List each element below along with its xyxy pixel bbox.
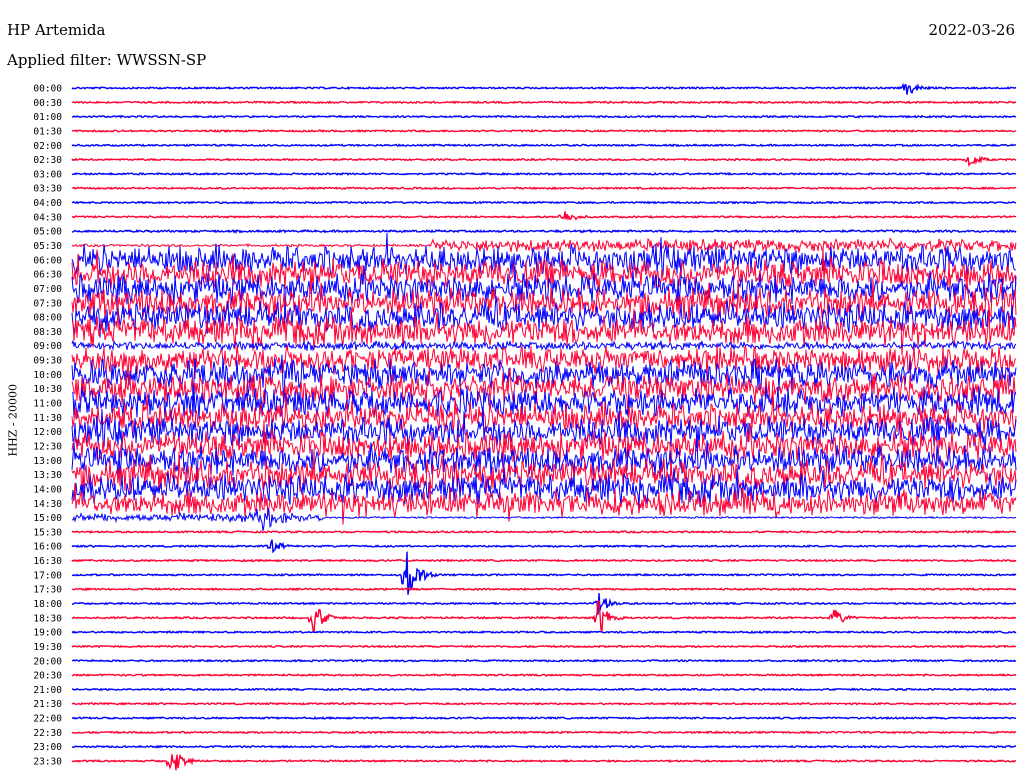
trace-0530 xyxy=(71,237,1017,254)
trace-1600 xyxy=(71,539,1017,554)
trace-1730 xyxy=(71,587,1017,592)
trace-2300 xyxy=(71,744,1017,749)
time-tick-label: 09:00 xyxy=(33,341,62,352)
trace-0000 xyxy=(71,82,1017,95)
trace-1800 xyxy=(72,593,1017,615)
trace-0230 xyxy=(71,155,1017,167)
trace-0600 xyxy=(71,232,1016,279)
time-tick-label: 14:00 xyxy=(33,484,62,495)
time-tick-label: 22:30 xyxy=(33,728,62,739)
trace-1030 xyxy=(71,367,1017,417)
time-tick-label: 02:00 xyxy=(33,141,62,152)
time-tick-label: 19:00 xyxy=(33,628,62,639)
time-tick-label: 23:30 xyxy=(33,757,62,768)
time-tick-label: 08:00 xyxy=(33,313,62,324)
time-tick-label: 06:30 xyxy=(33,270,62,281)
trace-0330 xyxy=(71,186,1017,191)
time-tick-label: 05:00 xyxy=(33,227,62,238)
trace-2100 xyxy=(71,687,1016,692)
trace-2230 xyxy=(71,730,1017,735)
time-tick-label: 18:00 xyxy=(33,599,62,610)
time-tick-label: 03:30 xyxy=(33,184,62,195)
time-tick-label: 03:00 xyxy=(33,169,62,180)
trace-1530 xyxy=(71,529,1017,534)
time-tick-label: 17:00 xyxy=(33,570,62,581)
trace-0030 xyxy=(71,100,1017,105)
trace-1830 xyxy=(71,600,1017,633)
time-tick-label: 10:00 xyxy=(33,370,62,381)
time-tick-label: 00:00 xyxy=(33,84,62,95)
trace-2200 xyxy=(71,716,1017,721)
time-tick-label: 14:30 xyxy=(33,499,62,510)
trace-1630 xyxy=(71,558,1017,563)
time-tick-label: 05:30 xyxy=(33,241,62,252)
trace-1900 xyxy=(71,630,1017,635)
time-tick-label: 09:30 xyxy=(33,356,62,367)
trace-2030 xyxy=(71,673,1017,678)
trace-0430 xyxy=(71,211,1017,222)
time-tick-label: 20:00 xyxy=(33,656,62,667)
time-tick-label: 02:30 xyxy=(33,155,62,166)
time-tick-label: 19:30 xyxy=(33,642,62,653)
time-tick-label: 01:30 xyxy=(33,126,62,137)
time-tick-label: 10:30 xyxy=(33,384,62,395)
time-tick-label: 13:30 xyxy=(33,470,62,481)
time-tick-label: 04:30 xyxy=(33,212,62,223)
trace-0130 xyxy=(71,128,1017,133)
time-tick-label: 04:00 xyxy=(33,198,62,209)
trace-2330 xyxy=(71,753,1017,771)
time-tick-label: 23:00 xyxy=(33,742,62,753)
time-tick-label: 16:30 xyxy=(33,556,62,567)
time-tick-label: 18:30 xyxy=(33,613,62,624)
time-tick-label: 12:30 xyxy=(33,441,62,452)
time-tick-label: 16:00 xyxy=(33,542,62,553)
trace-0200 xyxy=(71,143,1017,148)
time-tick-label: 01:00 xyxy=(33,112,62,123)
time-tick-label: 15:30 xyxy=(33,527,62,538)
time-tick-label: 07:00 xyxy=(33,284,62,295)
trace-0300 xyxy=(71,171,1017,176)
time-tick-label: 21:00 xyxy=(33,685,62,696)
time-tick-label: 11:00 xyxy=(33,399,62,410)
time-tick-label: 21:30 xyxy=(33,699,62,710)
time-tick-label: 13:00 xyxy=(33,456,62,467)
trace-2130 xyxy=(71,701,1017,706)
trace-2000 xyxy=(71,658,1017,663)
time-tick-label: 12:00 xyxy=(33,427,62,438)
time-tick-label: 15:00 xyxy=(33,513,62,524)
trace-0100 xyxy=(71,114,1017,119)
time-tick-label: 17:30 xyxy=(33,585,62,596)
trace-0900 xyxy=(71,339,1017,353)
trace-0500 xyxy=(72,228,1017,234)
time-tick-label: 00:30 xyxy=(33,98,62,109)
time-tick-label: 06:00 xyxy=(33,255,62,266)
time-tick-label: 08:30 xyxy=(33,327,62,338)
time-tick-label: 20:30 xyxy=(33,671,62,682)
helicorder-plot: 00:00 00:30 01:00 01:30 02:00 02:30 03:00 03:30… xyxy=(33,82,1017,771)
time-tick-label: 07:30 xyxy=(33,298,62,309)
trace-0400 xyxy=(71,200,1017,205)
trace-1930 xyxy=(71,644,1017,649)
time-tick-label: 11:30 xyxy=(33,413,62,424)
time-tick-label: 22:00 xyxy=(33,714,62,725)
